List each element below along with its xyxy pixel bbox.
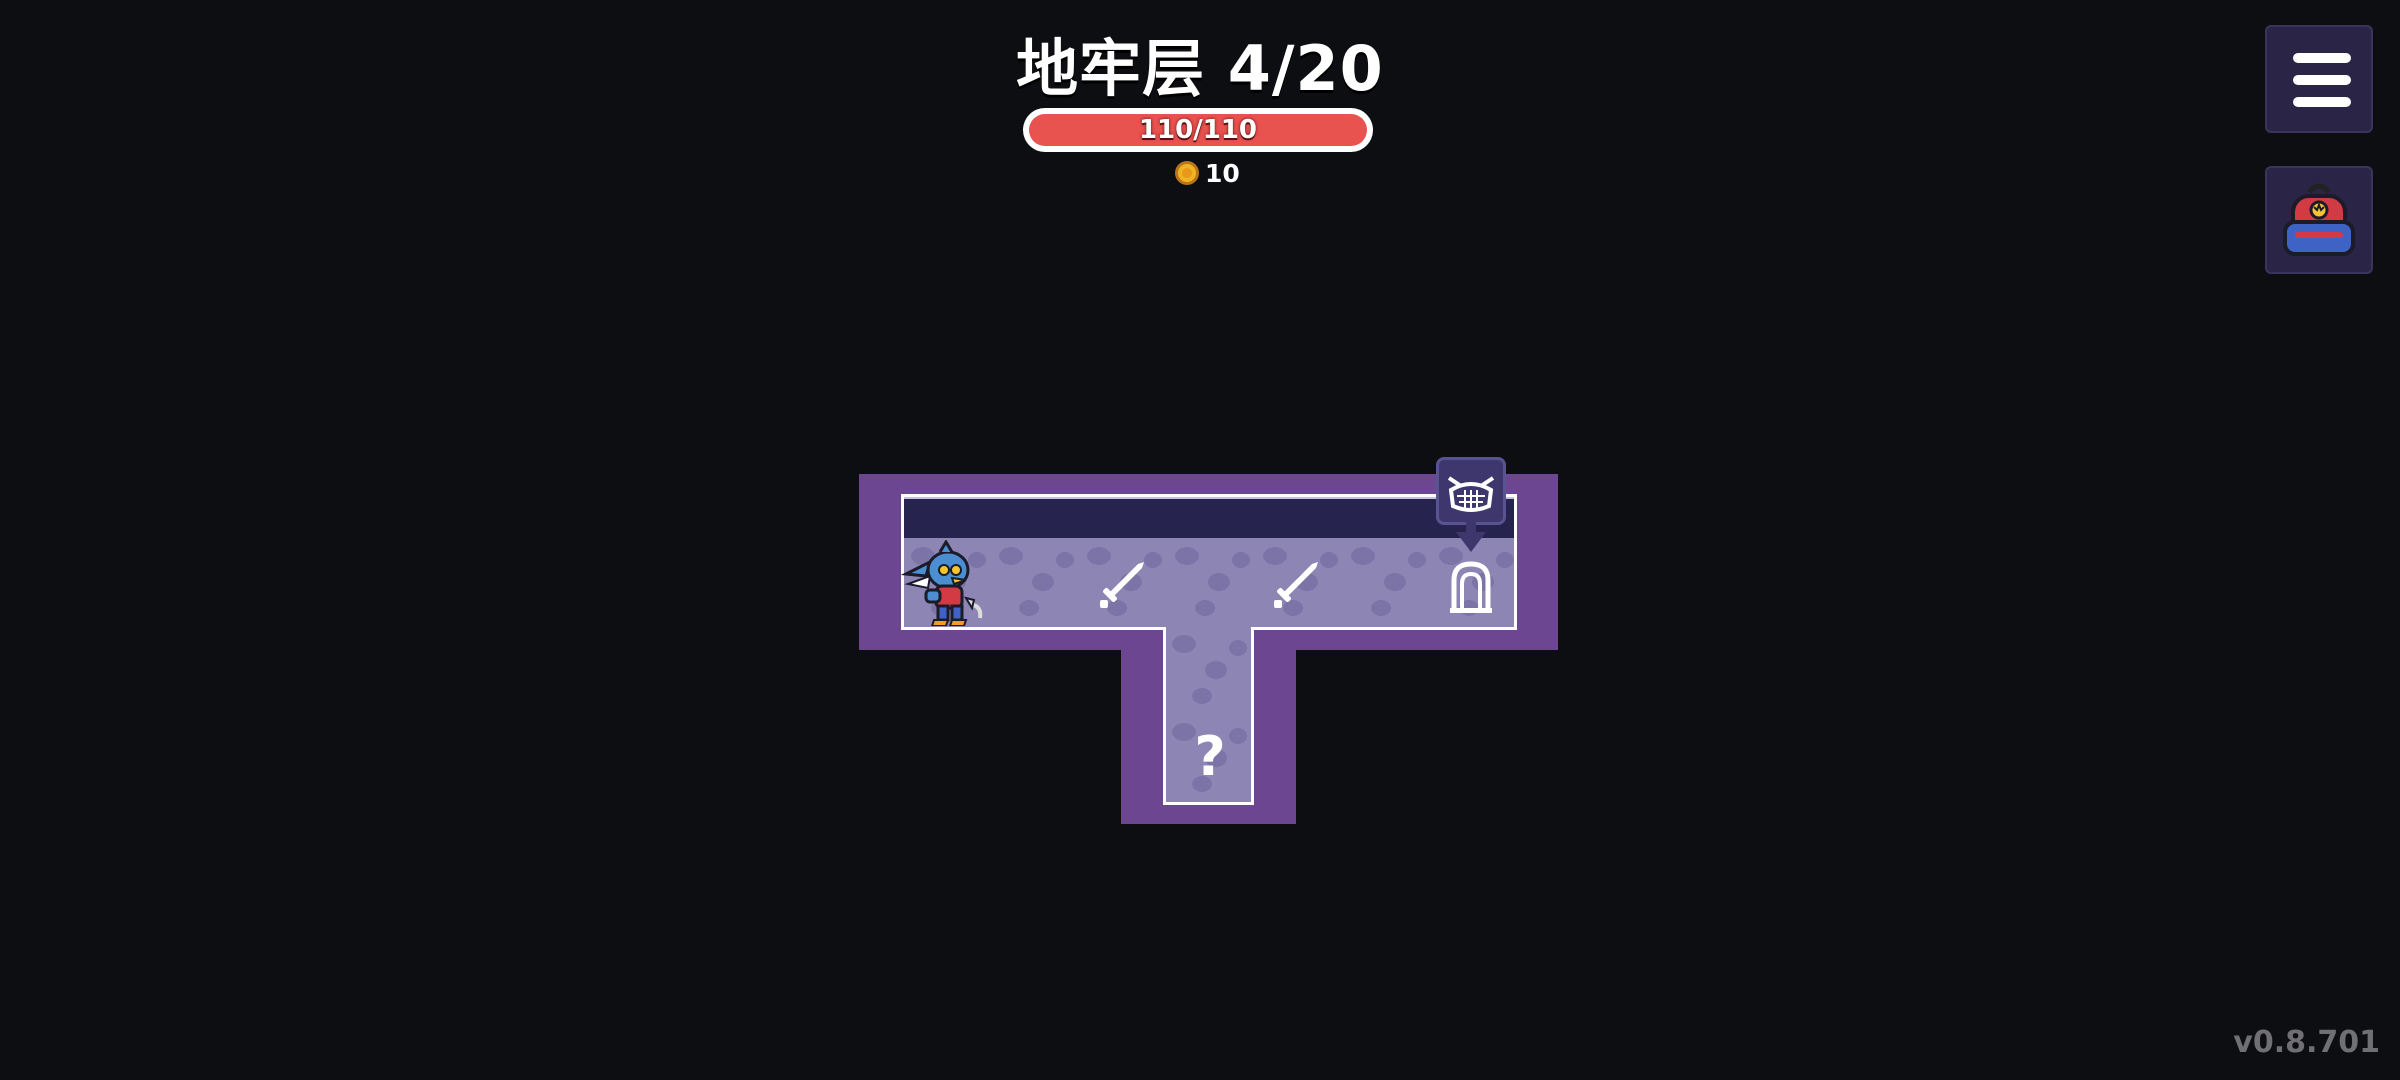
hp-bar: 110/110 [1023, 108, 1373, 152]
boss-marker-arrow [1456, 532, 1486, 552]
backpack-icon [2283, 183, 2355, 256]
boss-face-icon [1447, 476, 1495, 512]
boss-marker[interactable] [1436, 457, 1506, 525]
player-character[interactable] [900, 540, 996, 626]
gold-amount: 10 [1205, 158, 1240, 188]
floor-title: 地牢层 4/20 [1016, 32, 1384, 105]
unknown-room-icon[interactable]: ? [1185, 727, 1235, 787]
inventory-button[interactable] [2265, 166, 2373, 274]
hp-text: 110/110 [1138, 115, 1258, 145]
sword-icon[interactable] [1096, 558, 1148, 610]
gold-counter: 10 [1175, 158, 1240, 188]
coin-icon [1175, 161, 1199, 185]
version-label: v0.8.701 [2233, 1025, 2380, 1060]
menu-button[interactable] [2265, 25, 2373, 133]
sword-icon[interactable] [1270, 558, 1322, 610]
door-arch-icon[interactable] [1446, 558, 1496, 614]
